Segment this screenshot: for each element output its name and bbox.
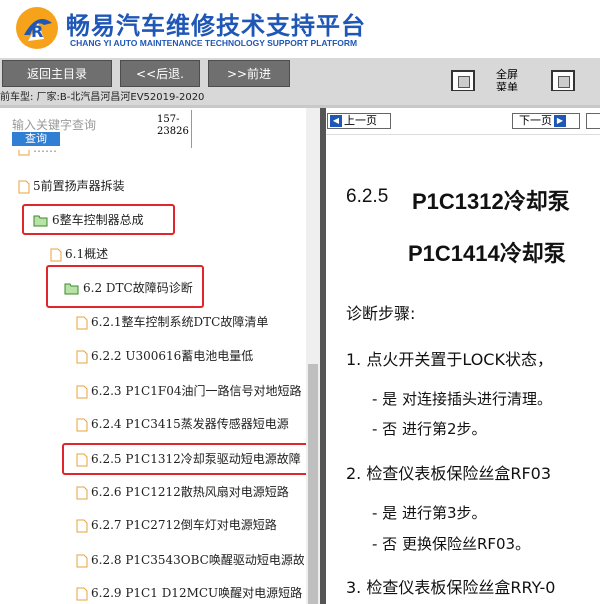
tree-item-label: 6整车控制器总成: [52, 213, 144, 227]
app-title: 畅易汽车维修技术支持平台: [66, 12, 366, 40]
tree-item[interactable]: 6.2.4 P1C3415蒸发器传感器短电源: [76, 414, 289, 434]
extra-nav-button[interactable]: [586, 113, 600, 129]
prev-page-button[interactable]: ◀ 上一页: [327, 113, 391, 129]
tree-item-partial[interactable]: ……: [18, 150, 57, 158]
doc-icon: [76, 519, 88, 532]
tree-item-label: 5前置扬声器拆装: [33, 179, 125, 193]
heading-code-1: P1C1312冷却泵: [412, 189, 570, 214]
step-2: 2. 检查仪表板保险丝盒RF03: [346, 464, 552, 483]
cy-logo-icon: R: [16, 7, 58, 49]
tree-item-label: 6.2.4 P1C3415蒸发器传感器短电源: [91, 417, 289, 431]
vehicle-info: 前车型: 厂家:B-北汽昌河昌河EV52019-2020: [0, 91, 600, 105]
fullscreen-label: 全屏: [496, 68, 518, 81]
doc-icon: [18, 180, 30, 193]
doc-icon: [18, 150, 30, 155]
tree-item-label: 6.2 DTC故障码诊断: [83, 281, 193, 295]
step-1-yes: - 是 对连接插头进行清理。: [372, 390, 552, 408]
heading-code-2: P1C1414冷却泵: [408, 241, 566, 266]
steps-title: 诊断步骤:: [346, 304, 416, 323]
tree-item-label: 6.2.2 U300616蓄电池电量低: [91, 349, 254, 363]
tree-folder[interactable]: 6整车控制器总成: [33, 210, 144, 230]
tree-item-label: 6.2.1整车控制系统DTC故障清单: [91, 315, 269, 329]
phone-line-1: 157-: [157, 114, 180, 125]
phone-line-2: 23826: [157, 126, 189, 137]
scrollbar-thumb[interactable]: [308, 364, 318, 604]
tree-folder[interactable]: 6.2 DTC故障码诊断: [64, 278, 193, 298]
doc-icon: [76, 418, 88, 431]
arrow-right-icon: ▶: [554, 115, 566, 127]
step-2-no: - 否 更换保险丝RF03。: [372, 535, 531, 553]
app-subtitle: CHANG YI AUTO MAINTENANCE TECHNOLOGY SUP…: [70, 38, 358, 48]
step-2-yes: - 是 进行第3步。: [372, 504, 487, 522]
next-page-button[interactable]: 下一页 ▶: [512, 113, 580, 129]
back-button[interactable]: <<后退.: [120, 60, 200, 87]
forward-button[interactable]: >>前进: [208, 60, 290, 87]
tree-item-label: 6.2.8 P1C3543OBC唤醒驱动短电源故: [91, 553, 304, 567]
doc-icon: [76, 486, 88, 499]
tree-item-label: 6.2.5 P1C1312冷却泵驱动短电源故障: [91, 452, 301, 466]
search-input[interactable]: 输入关键字查询: [12, 116, 147, 133]
toggle-panel-button[interactable]: [451, 70, 475, 92]
doc-icon: [50, 248, 62, 261]
tree-item[interactable]: 6.2.7 P1C2712倒车灯对电源短路: [76, 515, 277, 535]
heading-number: 6.2.5: [346, 186, 389, 207]
step-1-no: - 否 进行第2步。: [372, 420, 487, 438]
tree-item-label: 6.1概述: [65, 247, 109, 261]
app-header: R 畅易汽车维修技术支持平台 CHANG YI AUTO MAINTENANCE…: [0, 0, 600, 58]
doc-icon: [76, 316, 88, 329]
tree-item-label: 6.2.9 P1C1 D12MCU唤醒对电源短路: [91, 586, 303, 600]
svg-text:R: R: [31, 22, 43, 41]
step-1: 1. 点火开关置于LOCK状态，: [346, 350, 553, 369]
tree-item-label: 6.2.3 P1C1F04油门一路信号对地短路: [91, 384, 302, 398]
tree-item[interactable]: 5前置扬声器拆装: [18, 176, 125, 196]
next-page-label: 下一页: [519, 114, 552, 127]
doc-icon: [76, 587, 88, 600]
divider: [191, 110, 192, 148]
contact-phone: 157- 23826: [157, 114, 189, 138]
tree-item[interactable]: 6.2.6 P1C1212散热风扇对电源短路: [76, 482, 289, 502]
tree-item-selected[interactable]: 6.2.5 P1C1312冷却泵驱动短电源故障: [76, 449, 301, 469]
tree-item[interactable]: 6.1概述: [50, 244, 108, 264]
tree-item[interactable]: 6.2.1整车控制系统DTC故障清单: [76, 312, 268, 332]
doc-icon: [76, 385, 88, 398]
search-button[interactable]: 查询: [12, 132, 60, 146]
doc-icon: [76, 350, 88, 363]
doc-icon: [76, 453, 88, 466]
prev-page-label: 上一页: [344, 114, 377, 127]
tree-item-label: 6.2.7 P1C2712倒车灯对电源短路: [91, 518, 277, 532]
arrow-left-icon: ◀: [330, 115, 342, 127]
panel-left-icon: [458, 76, 470, 88]
back-main-button[interactable]: 返回主目录: [2, 60, 112, 87]
step-3: 3. 检查仪表板保险丝盒RRY-0: [346, 578, 556, 597]
tree-item[interactable]: 6.2.2 U300616蓄电池电量低: [76, 346, 253, 366]
folder-open-icon: [33, 215, 48, 227]
expand-icon: [558, 76, 570, 88]
tree-item[interactable]: 6.2.8 P1C3543OBC唤醒驱动短电源故: [76, 550, 304, 570]
tree-item[interactable]: 6.2.9 P1C1 D12MCU唤醒对电源短路: [76, 583, 304, 603]
doc-icon: [76, 554, 88, 567]
tree-item[interactable]: 6.2.3 P1C1F04油门一路信号对地短路: [76, 381, 301, 401]
folder-open-icon: [64, 283, 79, 295]
tree-item-label: 6.2.6 P1C1212散热风扇对电源短路: [91, 485, 289, 499]
expand-view-button[interactable]: [551, 70, 575, 92]
